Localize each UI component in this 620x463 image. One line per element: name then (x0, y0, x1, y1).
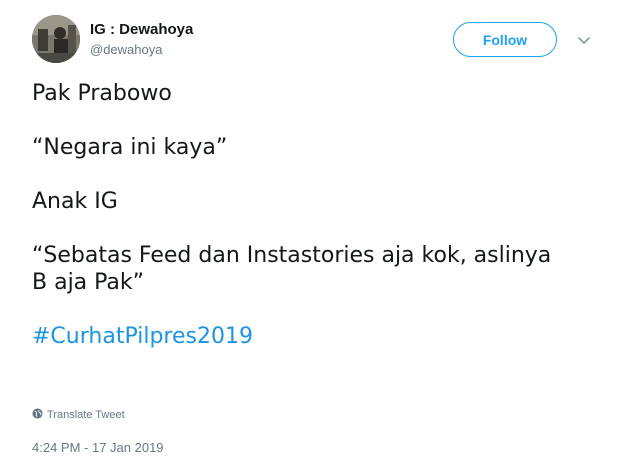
tweet-timestamp[interactable]: 4:24 PM - 17 Jan 2019 (32, 440, 164, 455)
follow-button-label: Follow (482, 31, 528, 48)
follow-button[interactable]: Follow (453, 22, 557, 57)
tweet-line: Anak IG (32, 189, 118, 214)
chevron-down-icon[interactable] (576, 32, 592, 48)
tweet-line: “Negara ini kaya” (32, 135, 228, 160)
hashtag-link[interactable]: #CurhatPilpres2019 (32, 323, 602, 350)
tweet-line: Pak Prabowo (32, 81, 172, 106)
translate-label: Translate Tweet (47, 409, 125, 421)
avatar[interactable] (32, 15, 80, 63)
translate-tweet-link[interactable]: Translate Tweet (32, 408, 125, 422)
author-handle[interactable]: @dewahoya (90, 42, 162, 57)
tweet-line: B aja Pak” (32, 270, 145, 295)
tweet-line: “Sebatas Feed dan Instastories aja kok, … (32, 243, 552, 268)
tweet-text: Pak Prabowo “Negara ini kaya” Anak IG “S… (32, 80, 602, 350)
author-name[interactable]: IG : Dewahoya (90, 21, 193, 38)
tweet-card: IG : Dewahoya @dewahoya Follow Pak Prabo… (0, 0, 620, 463)
globe-icon (32, 408, 47, 422)
